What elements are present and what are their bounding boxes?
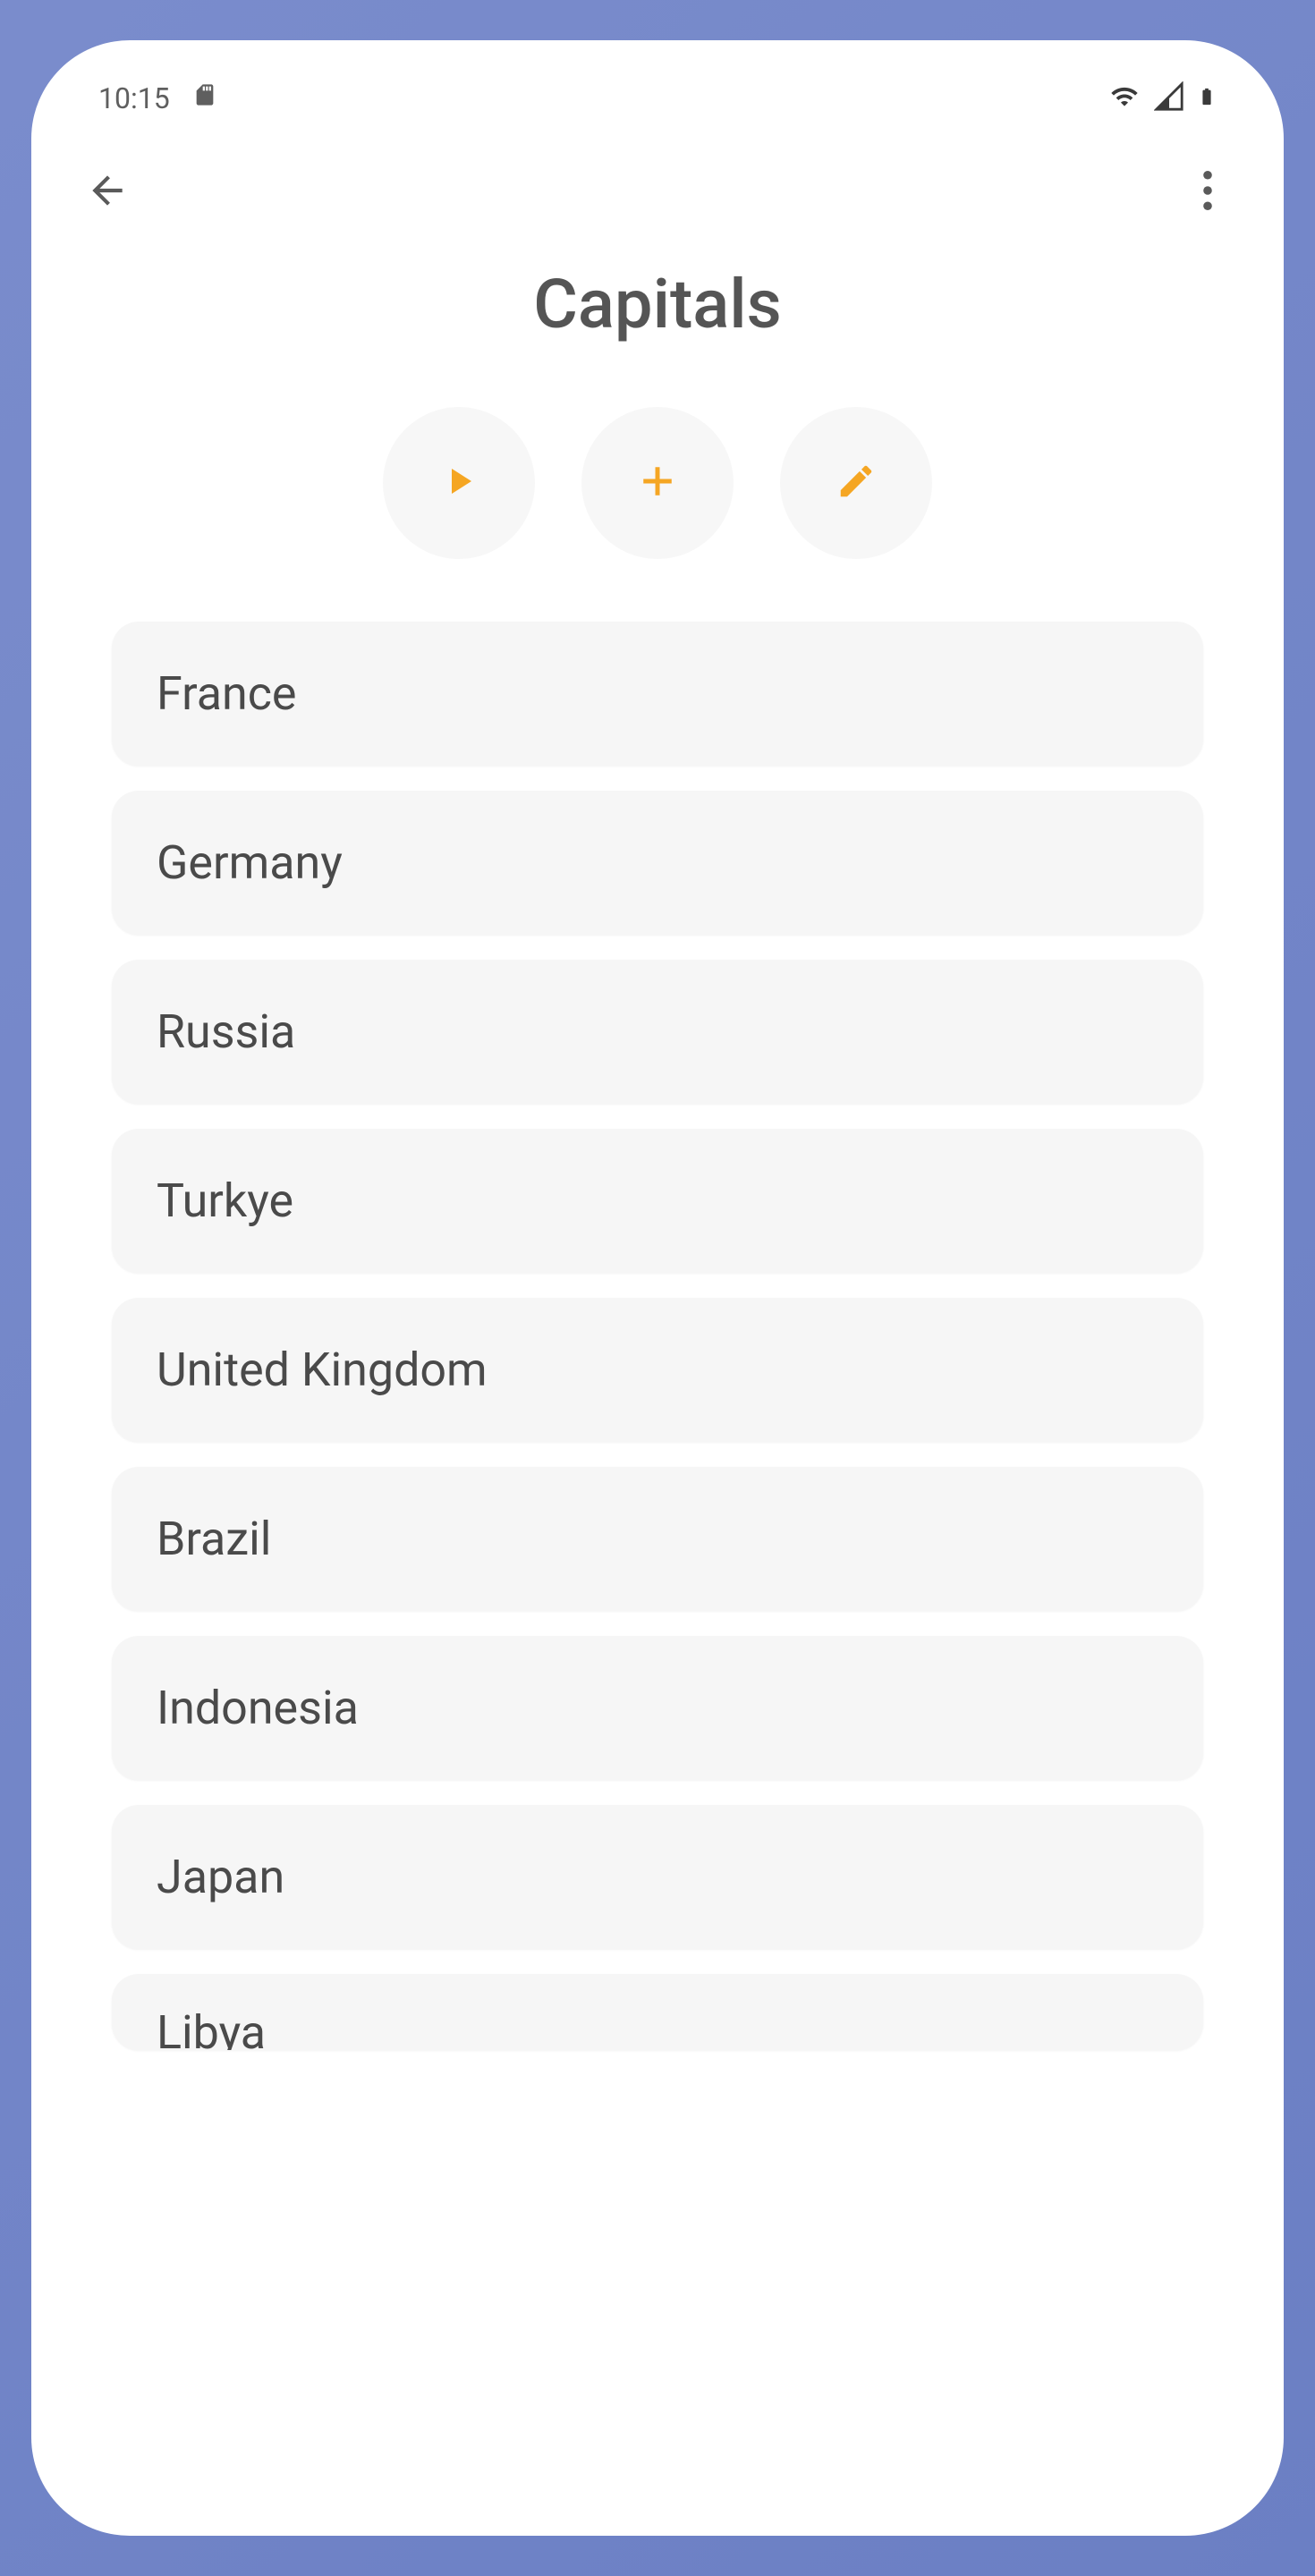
list-item[interactable]: Japan [112, 1805, 1203, 1949]
list-item[interactable]: France [112, 622, 1203, 766]
device-frame: 10:15 [31, 40, 1284, 2536]
list-item[interactable]: United Kingdom [112, 1298, 1203, 1442]
back-button[interactable] [81, 165, 134, 219]
status-time: 10:15 [98, 81, 170, 115]
plus-icon [633, 457, 682, 509]
page-title: Capitals [31, 237, 1284, 389]
edit-button[interactable] [780, 407, 932, 559]
play-button[interactable] [383, 407, 535, 559]
list-item[interactable]: Libya [112, 1974, 1203, 2050]
list-item[interactable]: Brazil [112, 1467, 1203, 1611]
cellular-signal-icon [1154, 81, 1184, 115]
sd-card-icon [192, 80, 217, 117]
status-bar: 10:15 [31, 40, 1284, 130]
status-bar-right [1107, 80, 1217, 116]
wifi-icon [1107, 82, 1141, 114]
list-item[interactable]: Indonesia [112, 1636, 1203, 1780]
action-buttons [31, 389, 1284, 613]
list-item[interactable]: Germany [112, 791, 1203, 935]
add-button[interactable] [581, 407, 734, 559]
play-icon [437, 460, 480, 506]
status-bar-left: 10:15 [98, 80, 217, 117]
back-arrow-icon [85, 168, 130, 216]
app-bar [31, 130, 1284, 237]
pencil-icon [836, 461, 877, 505]
more-button[interactable] [1181, 165, 1234, 219]
items-list: France Germany Russia Turkye United King… [31, 613, 1284, 2050]
battery-icon [1197, 80, 1217, 116]
more-vertical-icon [1202, 170, 1213, 215]
list-item[interactable]: Russia [112, 960, 1203, 1104]
list-item[interactable]: Turkye [112, 1129, 1203, 1273]
